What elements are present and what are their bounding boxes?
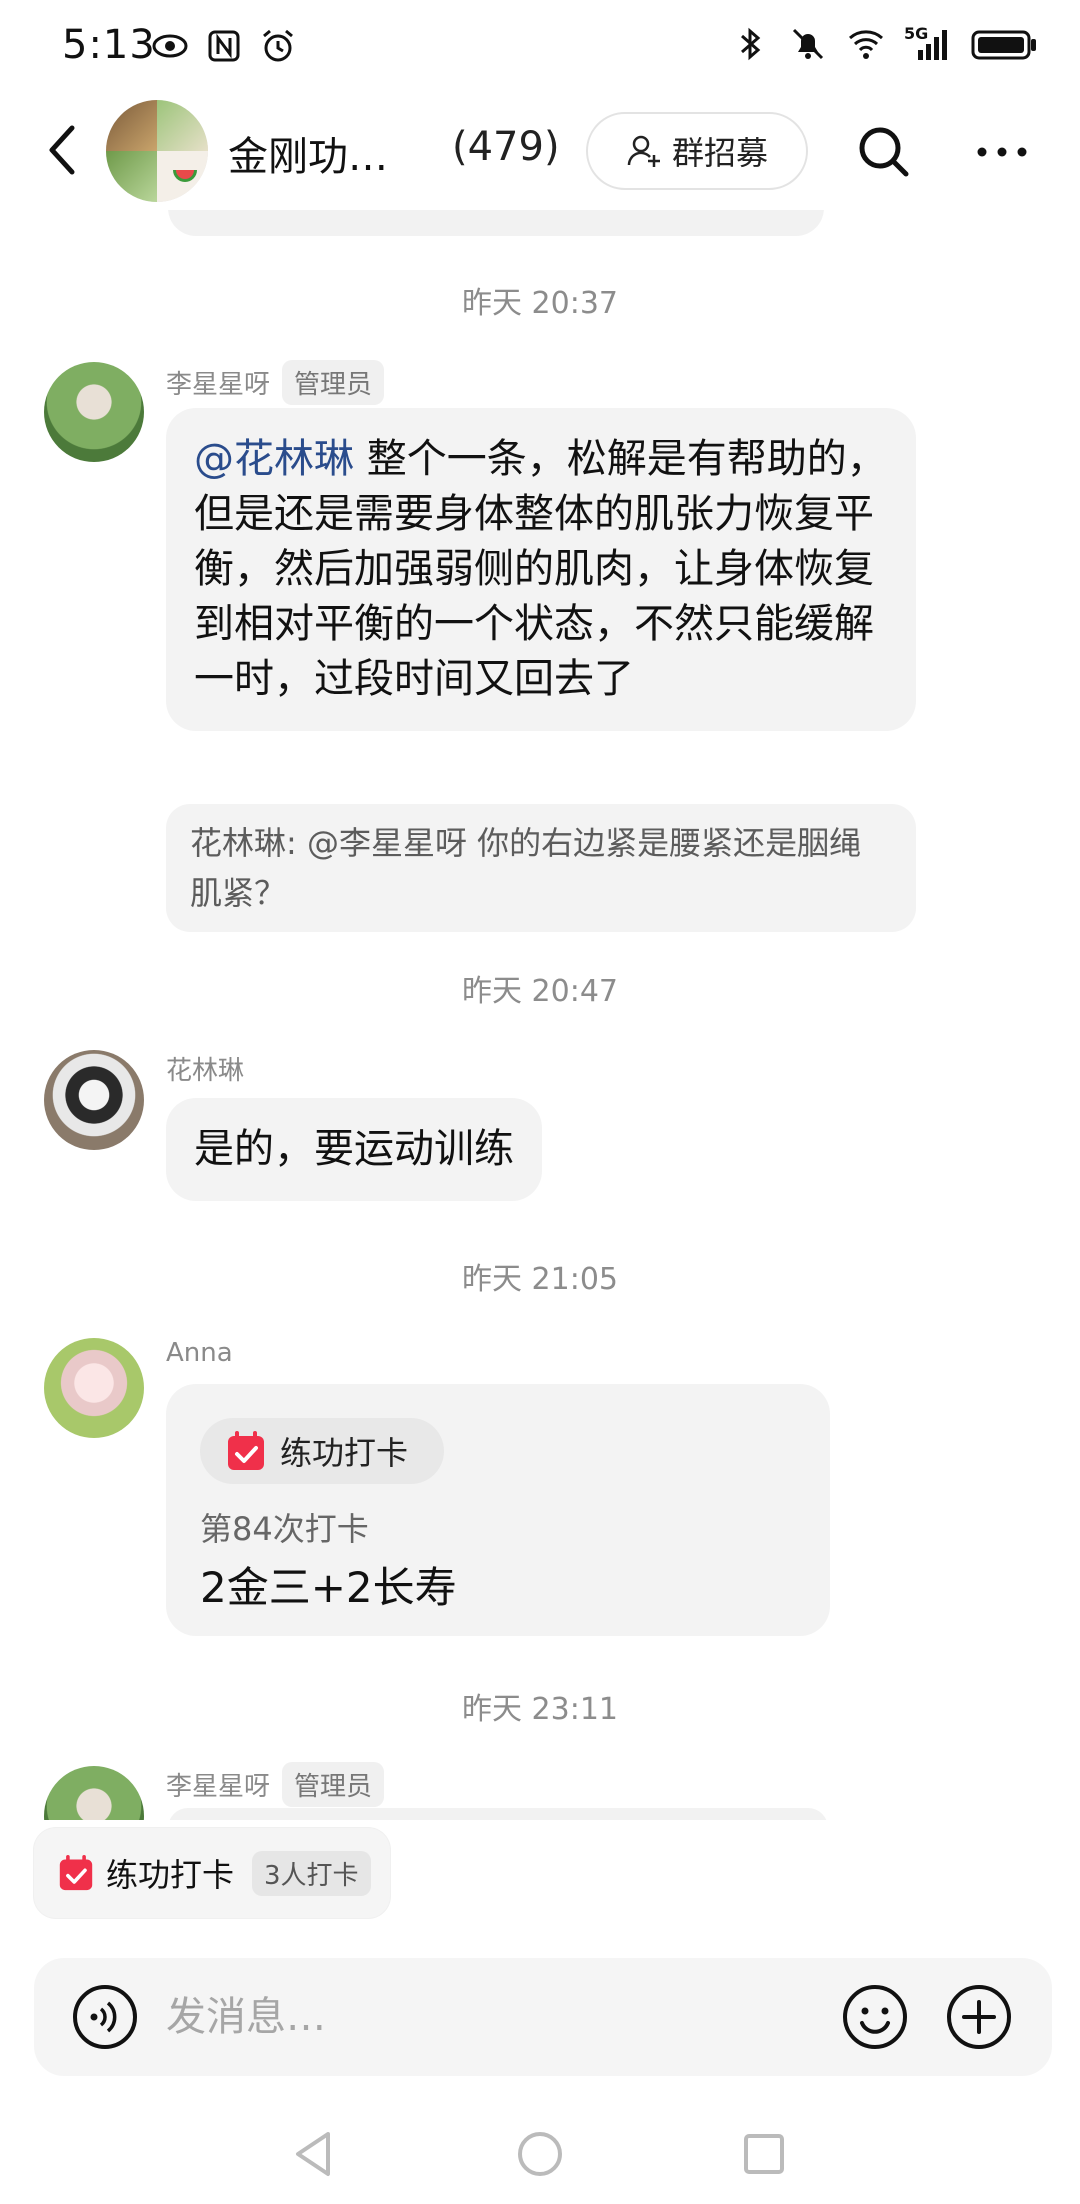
quoted-reply[interactable]: 花林琳: @李星星呀 你的右边紧是腰紧还是胭绳肌紧？ <box>166 804 916 932</box>
signal-5g: 5G <box>904 24 952 64</box>
calendar-check-icon <box>59 1855 93 1891</box>
sender-row: 花林琳 <box>166 1050 244 1087</box>
timestamp: 昨天 20:37 <box>462 286 618 321</box>
nav-recents-icon[interactable] <box>734 2124 794 2184</box>
group-avatar[interactable] <box>106 100 208 202</box>
avatar[interactable] <box>44 1766 144 1820</box>
avatar[interactable] <box>44 362 144 462</box>
emoji-icon[interactable] <box>842 1984 908 2050</box>
checkin-count: 第84次打卡 <box>200 1510 369 1548</box>
alarm-icon <box>263 29 293 62</box>
sender-row: Anna <box>166 1338 233 1368</box>
eye-icon <box>152 34 188 58</box>
previous-message-bubble[interactable] <box>168 210 824 236</box>
calendar-check-icon <box>228 1431 264 1470</box>
role-badge: 管理员 <box>282 1762 385 1807</box>
nav-back-icon[interactable] <box>284 2124 344 2184</box>
nav-home-icon[interactable] <box>510 2124 570 2184</box>
message-input-bar <box>34 1958 1052 2076</box>
message-text: 是的，要运动训练 <box>194 1126 514 1172</box>
status-right-icons: 5G <box>730 24 1040 64</box>
nfc-icon <box>208 30 240 62</box>
back-icon[interactable] <box>38 120 88 180</box>
more-icon[interactable] <box>972 122 1032 182</box>
sender-name: 李星星呀 <box>166 370 271 400</box>
checkin-shortcut-count: 3人打卡 <box>252 1850 371 1896</box>
checkin-title: 练功打卡 <box>280 1434 409 1472</box>
bluetooth-icon <box>741 27 761 61</box>
sender-name: 李星星呀 <box>166 1772 271 1802</box>
group-avatar-tile <box>106 151 157 202</box>
status-left-icons <box>150 26 298 66</box>
avatar[interactable] <box>44 1338 144 1438</box>
timestamp: 昨天 23:11 <box>462 1692 618 1727</box>
sender-name: 花林琳 <box>166 1056 245 1086</box>
group-name[interactable]: 金刚功… <box>228 124 388 182</box>
checkin-shortcut-label: 练功打卡 <box>106 1856 235 1894</box>
plus-icon[interactable] <box>946 1984 1012 2050</box>
timestamp: 昨天 21:05 <box>462 1262 618 1297</box>
avatar[interactable] <box>44 1050 144 1150</box>
message-bubble[interactable]: @花林琳 整个一条，松解是有帮助的，但是还是需要身体整体的肌张力恢复平衡，然后加… <box>166 408 916 731</box>
checkin-card[interactable]: 练功打卡 第84次打卡 2金三+2长寿 <box>166 1384 830 1636</box>
group-avatar-tile <box>106 100 157 151</box>
signal-icon <box>918 30 947 60</box>
checkin-chip[interactable]: 练功打卡 <box>200 1418 444 1484</box>
search-icon[interactable] <box>854 122 914 182</box>
sender-row: 李星星呀 管理员 <box>166 360 385 405</box>
role-badge: 管理员 <box>282 360 385 405</box>
group-avatar-tile <box>157 100 208 151</box>
mute-bell-icon <box>792 28 824 60</box>
system-nav-bar <box>0 2110 1080 2204</box>
recruit-label: 群招募 <box>671 134 768 172</box>
wifi-icon <box>849 30 883 59</box>
timestamp: 昨天 20:47 <box>462 974 618 1009</box>
sender-name: Anna <box>166 1338 233 1368</box>
battery-icon <box>971 30 1036 60</box>
status-bar: 5:13 5G <box>0 0 1080 92</box>
checkin-shortcut[interactable]: 练功打卡 3人打卡 <box>34 1828 390 1918</box>
checkin-content: 2金三+2长寿 <box>200 1563 457 1612</box>
watermelon-icon <box>173 170 197 182</box>
status-time: 5:13 <box>62 22 156 68</box>
recruit-button[interactable]: 群招募 <box>586 112 808 190</box>
message-bubble[interactable]: 是的，要运动训练 <box>166 1098 542 1201</box>
member-count[interactable]: (479) <box>452 124 560 170</box>
add-person-icon <box>627 135 660 167</box>
chat-header: 金刚功… (479) 群招募 <box>0 92 1080 210</box>
message-bubble[interactable] <box>168 1808 828 1820</box>
voice-icon[interactable] <box>72 1984 138 2050</box>
sender-row: 李星星呀 管理员 <box>166 1762 385 1807</box>
chat-area[interactable]: 昨天 20:37 李星星呀 管理员 @花林琳 整个一条，松解是有帮助的，但是还是… <box>0 210 1080 1820</box>
message-input[interactable] <box>166 1984 846 2050</box>
mention-link[interactable]: @花林琳 <box>194 436 354 482</box>
